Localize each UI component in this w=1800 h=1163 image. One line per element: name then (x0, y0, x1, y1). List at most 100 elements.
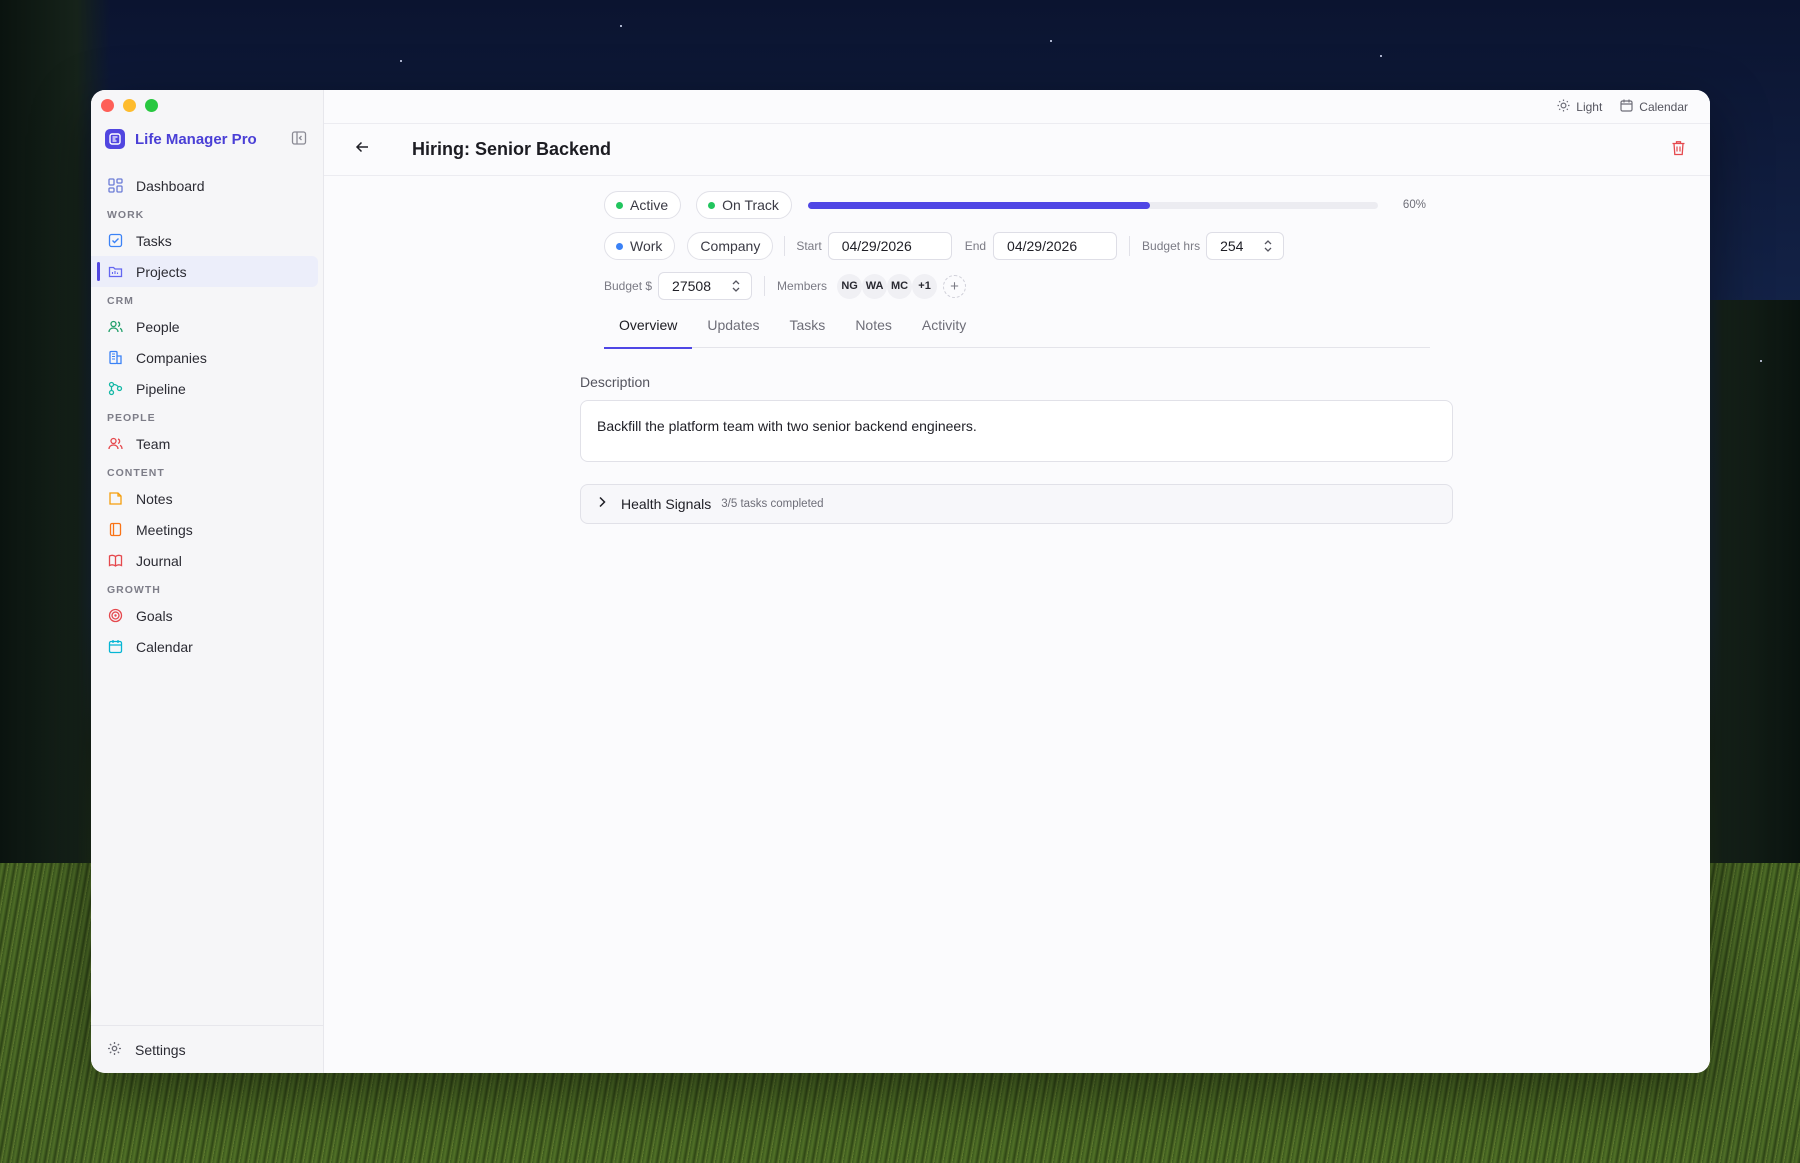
stepper-icon[interactable] (731, 279, 741, 293)
calendar-icon (1620, 99, 1633, 115)
main-panel: Light Calendar Hiring: Senior Backend Ac… (324, 90, 1710, 1073)
sidebar-item-journal[interactable]: Journal (91, 545, 318, 576)
sidebar-item-calendar[interactable]: Calendar (91, 631, 318, 662)
status-row: Active On Track 60% (604, 190, 1426, 220)
health-signals-title: Health Signals (621, 496, 712, 512)
collapse-sidebar-icon[interactable] (291, 130, 307, 146)
minimize-window-button[interactable] (123, 99, 136, 112)
sidebar-section-content: CONTENT (107, 467, 165, 479)
calendar-icon (107, 639, 123, 655)
end-date-field[interactable]: 04/29/2026 (993, 232, 1118, 260)
sun-icon (1557, 99, 1570, 115)
folder-icon (107, 264, 123, 280)
description-label: Description (580, 374, 651, 390)
sidebar-item-team[interactable]: Team (91, 428, 318, 459)
divider (764, 276, 766, 296)
page-title: Hiring: Senior Backend (412, 139, 612, 159)
sidebar-section-people: PEOPLE (107, 412, 156, 424)
budget-usd-value: 27508 (672, 278, 711, 294)
stepper-icon[interactable] (1263, 239, 1273, 253)
status-pill[interactable]: Active (604, 191, 682, 219)
tab-updates[interactable]: Updates (692, 316, 774, 348)
budget-usd-label: Budget $ (604, 279, 653, 293)
avatar[interactable]: MC (887, 273, 913, 299)
trash-icon (1671, 141, 1686, 160)
health-pill[interactable]: On Track (696, 191, 792, 219)
area-pill[interactable]: Work (604, 232, 676, 260)
target-icon (107, 608, 123, 624)
arrow-left-icon (355, 140, 369, 159)
member-avatars: NG WA MC +1 (837, 273, 938, 299)
start-date-field[interactable]: 04/29/2026 (827, 232, 952, 260)
status-dot (616, 201, 623, 209)
sidebar-item-settings[interactable]: Settings (91, 1025, 324, 1073)
start-label: Start (796, 239, 822, 253)
divider (1129, 236, 1131, 256)
tab-overview[interactable]: Overview (604, 316, 693, 349)
avatar[interactable]: WA (862, 273, 888, 299)
tab-activity[interactable]: Activity (907, 316, 981, 348)
sidebar-item-projects[interactable]: Projects (91, 256, 318, 287)
settings-label: Settings (135, 1041, 186, 1058)
sidebar-item-people[interactable]: People (91, 311, 318, 342)
progress-fill (807, 201, 1150, 209)
star (1380, 55, 1382, 57)
area-dot (616, 242, 623, 250)
window-controls (101, 99, 158, 112)
health-label: On Track (722, 197, 779, 213)
delete-project-button[interactable] (1671, 140, 1686, 161)
team-icon (107, 436, 123, 452)
description-field[interactable]: Backfill the platform team with two seni… (580, 400, 1453, 462)
app-name: Life Manager Pro (135, 130, 257, 148)
zoom-window-button[interactable] (145, 99, 158, 112)
health-signals-toggle[interactable]: Health Signals 3/5 tasks completed (580, 484, 1453, 524)
note-icon (107, 491, 123, 507)
status-label: Active (630, 197, 669, 213)
avatar[interactable]: NG (837, 273, 863, 299)
meetings-icon (107, 522, 123, 538)
sidebar-item-label: Team (136, 435, 171, 452)
sidebar: Life Manager Pro Dashboard WORK Tasks Pr… (91, 90, 324, 1073)
dashboard-icon (107, 178, 123, 194)
calendar-button[interactable]: Calendar (1620, 99, 1688, 115)
star (620, 25, 622, 27)
sidebar-item-tasks[interactable]: Tasks (91, 225, 318, 256)
start-date-value: 04/29/2026 (841, 238, 912, 254)
checkbox-icon (107, 233, 123, 249)
brand: Life Manager Pro (105, 129, 257, 149)
star (1050, 40, 1052, 42)
sidebar-item-meetings[interactable]: Meetings (91, 514, 318, 545)
close-window-button[interactable] (101, 99, 114, 112)
theme-toggle-button[interactable]: Light (1557, 99, 1602, 115)
back-button[interactable] (352, 140, 372, 160)
budget-hrs-field[interactable]: 254 (1206, 232, 1285, 260)
sidebar-nav: Dashboard WORK Tasks Projects CRM People… (91, 170, 324, 662)
health-signals-summary: 3/5 tasks completed (721, 498, 824, 510)
sidebar-item-label: People (136, 318, 180, 335)
star (400, 60, 402, 62)
budget-usd-field[interactable]: 27508 (658, 272, 753, 300)
app-logo-icon (105, 129, 125, 149)
company-label: Company (700, 238, 761, 254)
area-label: Work (630, 238, 663, 254)
sidebar-item-pipeline[interactable]: Pipeline (91, 373, 318, 404)
sidebar-section-growth: GROWTH (107, 584, 161, 596)
tab-notes[interactable]: Notes (840, 316, 907, 348)
sidebar-item-companies[interactable]: Companies (91, 342, 318, 373)
meta-row: Work Company Start 04/29/2026 End 04/29/… (604, 231, 1285, 261)
tab-tasks[interactable]: Tasks (775, 316, 841, 348)
add-member-button[interactable]: + (943, 274, 967, 298)
sidebar-item-goals[interactable]: Goals (91, 600, 318, 631)
company-pill[interactable]: Company (687, 232, 774, 260)
pipeline-icon (107, 381, 123, 397)
sidebar-section-work: WORK (107, 209, 145, 221)
avatar-overflow[interactable]: +1 (912, 273, 938, 299)
sidebar-item-label: Companies (136, 349, 207, 366)
budget-hrs-label: Budget hrs (1142, 239, 1201, 253)
topbar: Light Calendar (324, 90, 1710, 124)
sidebar-item-label: Projects (136, 263, 187, 280)
budget-row: Budget $ 27508 Members NG WA MC +1 + (604, 271, 967, 301)
sidebar-item-notes[interactable]: Notes (91, 483, 318, 514)
sidebar-item-dashboard[interactable]: Dashboard (91, 170, 318, 201)
progress-bar (807, 201, 1378, 209)
